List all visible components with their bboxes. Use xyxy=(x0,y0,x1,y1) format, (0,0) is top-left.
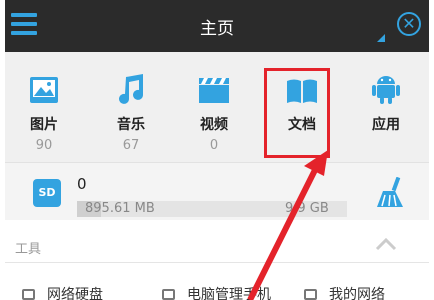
annotation-arrow xyxy=(247,150,328,300)
